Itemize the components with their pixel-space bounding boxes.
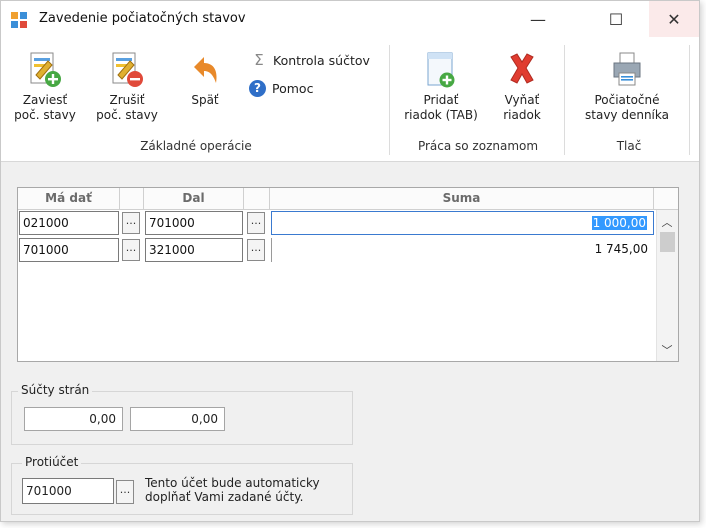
pocstavy-label-1: Počiatočné — [594, 93, 660, 107]
zrusit-label-2: poč. stavy — [96, 108, 158, 122]
grid-vertical-scrollbar[interactable]: ︿ ﹀ — [656, 210, 678, 361]
sucet-dal-value: 0,00 — [130, 407, 225, 431]
ma-dat-input[interactable]: 701000 — [19, 238, 119, 262]
protiucet-title: Protiúčet — [22, 455, 82, 469]
dialog-window: Zavedenie počiatočných stavov — ☐ ✕ Zavi… — [0, 0, 700, 522]
suma-selected-value: 1 000,00 — [591, 216, 647, 230]
ma-dat-browse-button[interactable]: ... — [122, 212, 140, 234]
group-label-zakladne: Základné operácie — [140, 139, 252, 153]
app-icon — [11, 12, 27, 28]
protiucet-browse-button[interactable]: ... — [116, 480, 134, 504]
column-header-dal[interactable]: Dal — [144, 188, 244, 210]
kontrola-suctov-label: Kontrola súčtov — [273, 52, 370, 68]
maximize-button[interactable]: ☐ — [593, 1, 639, 37]
spat-label: Späť — [191, 93, 219, 107]
kontrola-suctov-button[interactable]: Σ Kontrola súčtov — [249, 51, 370, 69]
delete-x-icon — [510, 53, 534, 84]
protiucet-note-line-1: Tento účet bude automaticky — [145, 476, 320, 490]
zaviest-label-1: Zaviesť — [22, 93, 68, 107]
close-button[interactable]: ✕ — [649, 1, 699, 37]
scroll-up-icon[interactable]: ︿ — [657, 214, 677, 230]
document-remove-icon — [112, 52, 143, 87]
title-bar: Zavedenie počiatočných stavov — ☐ ✕ — [1, 1, 699, 37]
window-title: Zavedenie počiatočných stavov — [39, 11, 246, 26]
protiucet-input[interactable]: 701000 — [22, 478, 114, 504]
column-header-ma-dat[interactable]: Má dať — [18, 188, 120, 210]
pridat-riadok-button[interactable]: Pridať riadok (TAB) — [399, 51, 483, 123]
sucet-ma-dat-value: 0,00 — [24, 407, 123, 431]
table-row[interactable]: 021000 ... 701000 ... 1 000,00 — [18, 210, 654, 236]
pociatocne-stavy-dennika-button[interactable]: Počiatočné stavy denníka — [575, 51, 679, 123]
ribbon-separator-3 — [689, 45, 690, 155]
grid-header: Má dať Dal Suma — [18, 188, 678, 210]
dal-input[interactable]: 701000 — [145, 211, 243, 235]
printer-icon — [613, 52, 641, 86]
dal-input[interactable]: 321000 — [145, 238, 243, 262]
help-icon: ? — [249, 80, 266, 97]
suma-cell[interactable]: 1 745,00 — [271, 238, 654, 262]
accounts-grid: Má dať Dal Suma 021000 ... 701000 ... 1 … — [17, 187, 679, 362]
protiucet-note-line-2: doplňať Vami zadané účty. — [145, 490, 304, 504]
column-header-spacer-2 — [244, 188, 270, 210]
protiucet-group: Protiúčet 701000 ... Tento účet bude aut… — [11, 455, 353, 515]
column-header-suma[interactable]: Suma — [270, 188, 654, 210]
pomoc-button[interactable]: ? Pomoc — [249, 80, 313, 97]
table-row[interactable]: 701000 ... 321000 ... 1 745,00 — [18, 237, 654, 263]
suma-input[interactable]: 1 000,00 — [271, 211, 654, 235]
pomoc-label: Pomoc — [272, 81, 314, 96]
pocstavy-label-2: stavy denníka — [585, 108, 669, 122]
ma-dat-browse-button[interactable]: ... — [122, 239, 140, 261]
scroll-down-icon[interactable]: ﹀ — [657, 342, 677, 358]
zrusit-label-1: Zrušiť — [109, 93, 145, 107]
pridat-label-1: Pridať — [423, 93, 459, 107]
vynat-label-2: riadok — [503, 108, 541, 122]
zaviest-button[interactable]: Zaviesť poč. stavy — [9, 51, 81, 123]
vynat-label-1: Vyňať — [504, 93, 540, 107]
document-add-icon — [30, 52, 61, 87]
undo-arrow-icon — [194, 57, 217, 83]
vynat-riadok-button[interactable]: Vyňať riadok — [491, 51, 553, 123]
column-header-spacer-1 — [120, 188, 144, 210]
ribbon-separator-2 — [564, 45, 565, 155]
minimize-button[interactable]: — — [515, 1, 561, 37]
sucty-stran-title: Súčty strán — [18, 383, 93, 397]
dal-browse-button[interactable]: ... — [247, 212, 265, 234]
sigma-icon: Σ — [254, 51, 264, 69]
zrusit-button[interactable]: Zrušiť poč. stavy — [91, 51, 163, 123]
ma-dat-input[interactable]: 021000 — [19, 211, 119, 235]
group-label-tlac: Tlač — [616, 139, 642, 153]
add-row-icon — [427, 52, 455, 88]
ribbon-separator-1 — [389, 45, 390, 155]
scroll-thumb[interactable] — [660, 232, 675, 252]
dal-browse-button[interactable]: ... — [247, 239, 265, 261]
group-label-praca: Práca so zoznamom — [417, 139, 539, 153]
spat-button[interactable]: Späť — [181, 51, 229, 108]
pridat-label-2: riadok (TAB) — [404, 108, 478, 122]
sucty-stran-group: Súčty strán 0,00 0,00 — [11, 383, 353, 445]
zaviest-label-2: poč. stavy — [14, 108, 76, 122]
ribbon-toolbar: Zaviesť poč. stavy Zrušiť poč. stavy Spä… — [1, 37, 699, 162]
